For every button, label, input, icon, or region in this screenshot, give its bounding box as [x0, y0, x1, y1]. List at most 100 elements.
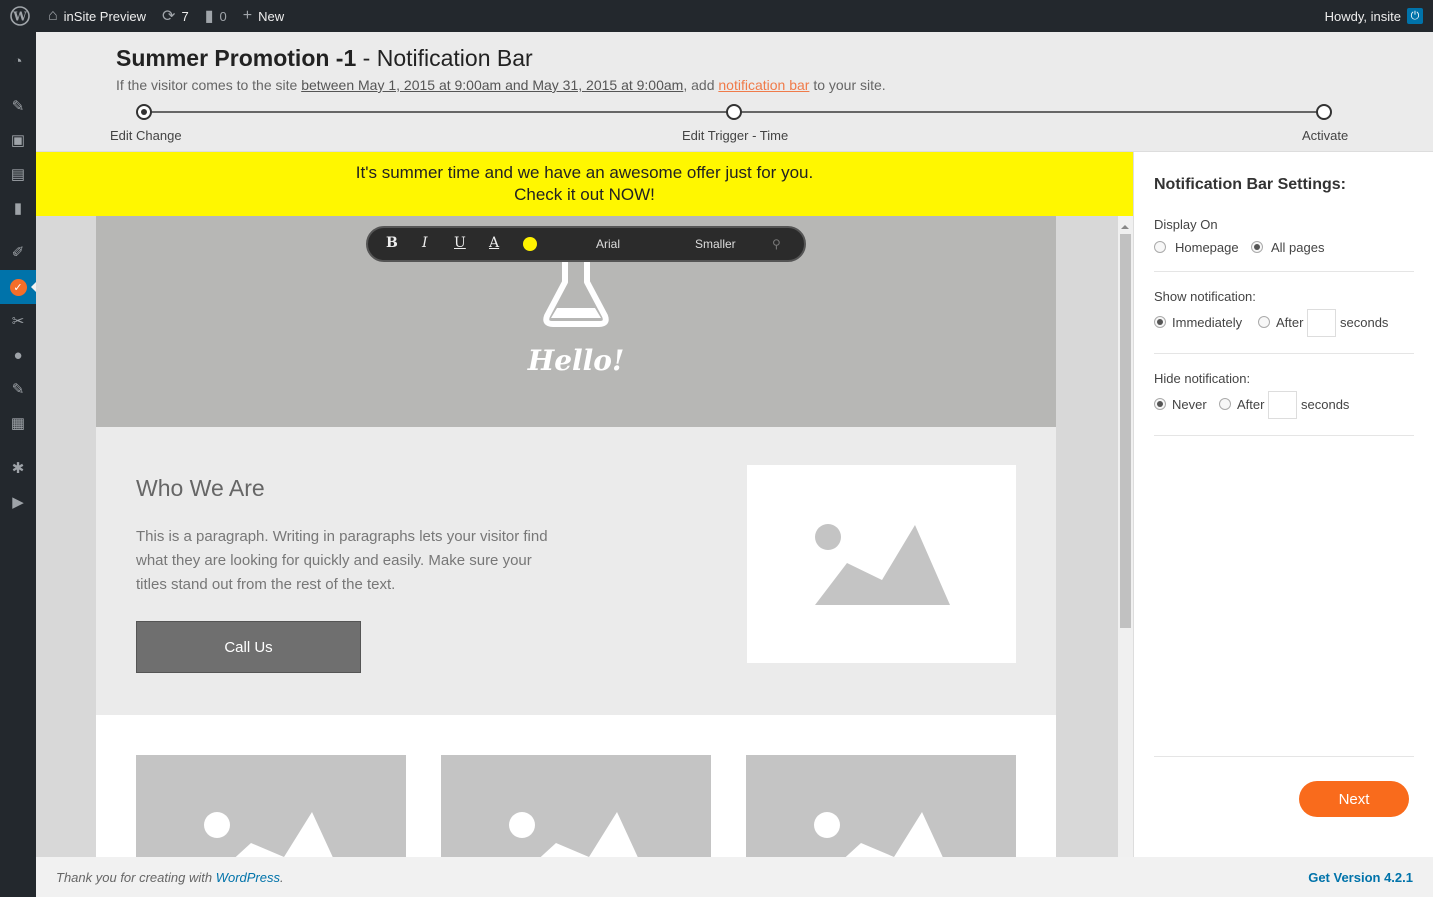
show-after-radio[interactable] [1258, 316, 1270, 328]
show-notification-label: Show notification: [1154, 289, 1256, 304]
font-color-button[interactable]: A [489, 235, 499, 251]
image-placeholder [747, 465, 1016, 663]
site-name: inSite Preview [63, 8, 147, 24]
notification-line-2[interactable]: Check it out NOW! [36, 184, 1133, 206]
who-we-are-section: Who We Are This is a paragraph. Writing … [96, 427, 1056, 715]
plus-icon: + [242, 7, 253, 24]
show-seconds-input[interactable] [1307, 309, 1336, 337]
gallery-image-2 [441, 755, 711, 857]
section-heading: Who We Are [136, 475, 265, 501]
notification-line-1[interactable]: It's summer time and we have an awesome … [36, 162, 1133, 184]
step-label-activate[interactable]: Activate [1302, 128, 1348, 143]
display-on-label: Display On [1154, 217, 1218, 232]
media-icon[interactable]: ▣ [0, 123, 36, 157]
step-label-edit-trigger[interactable]: Edit Trigger - Time [682, 128, 788, 143]
text-format-toolbar: B I U A Arial Smaller ⚲ [366, 226, 806, 262]
admin-footer: Thank you for creating with WordPress. G… [36, 857, 1433, 897]
divider [1154, 271, 1414, 272]
bold-button[interactable]: B [386, 235, 398, 251]
date-range-link[interactable]: between May 1, 2015 at 9:00am and May 31… [301, 77, 683, 93]
my-account[interactable]: Howdy, insite ⏻ [1325, 8, 1433, 24]
updates-link[interactable]: ⟳ 7 [154, 0, 197, 32]
font-family-select[interactable]: Arial [596, 237, 620, 251]
hero-greeting: Hello! [527, 344, 625, 377]
notification-bar-link[interactable]: notification bar [718, 77, 809, 93]
admin-bar: W ⌂ inSite Preview ⟳ 7 ▮ 0 + New Howdy, … [0, 0, 1433, 32]
step-label-edit-change[interactable]: Edit Change [110, 128, 182, 143]
display-all-pages-radio[interactable] [1251, 241, 1263, 253]
divider [1154, 435, 1414, 436]
new-label: New [258, 8, 285, 24]
divider [1154, 756, 1414, 757]
preview-page: Hello! B I U A Arial Smaller ⚲ Who We Ar… [96, 216, 1056, 857]
display-homepage-radio[interactable] [1154, 241, 1166, 253]
dashboard-icon[interactable]: ◔ [0, 44, 36, 78]
italic-button[interactable]: I [422, 235, 428, 251]
display-all-pages-label[interactable]: All pages [1271, 240, 1324, 255]
pages-icon[interactable]: ▤ [0, 157, 36, 191]
scroll-up-icon[interactable] [1121, 221, 1129, 229]
hide-never-label[interactable]: Never [1172, 397, 1207, 412]
howdy-text: Howdy, insite [1324, 8, 1401, 24]
preview-scrollbar[interactable] [1118, 216, 1133, 857]
hide-after-label[interactable]: After [1237, 397, 1264, 412]
trigger-summary: If the visitor comes to the site between… [116, 77, 886, 93]
step-edit-trigger-dot[interactable] [726, 104, 742, 120]
site-name-link[interactable]: ⌂ inSite Preview [40, 0, 154, 32]
notification-bar[interactable]: It's summer time and we have an awesome … [36, 152, 1133, 216]
settings-panel: Notification Bar Settings: Display On Ho… [1133, 152, 1433, 857]
flask-icon [543, 256, 609, 327]
link-icon[interactable]: ⚲ [772, 237, 781, 251]
font-size-select[interactable]: Smaller [695, 237, 736, 251]
wordpress-link[interactable]: WordPress [216, 870, 280, 885]
new-content-link[interactable]: + New [235, 0, 292, 32]
appearance-icon[interactable]: ✐ [0, 235, 36, 269]
gallery-image-1 [136, 755, 406, 857]
hide-seconds-unit: seconds [1301, 397, 1350, 412]
comments-link[interactable]: ▮ 0 [197, 0, 235, 32]
hide-after-radio[interactable] [1219, 398, 1231, 410]
comments-icon[interactable]: ▮ [0, 191, 36, 225]
step-edit-change-dot[interactable] [136, 104, 152, 120]
highlight-color-swatch[interactable] [523, 237, 537, 251]
next-button[interactable]: Next [1299, 781, 1409, 817]
display-homepage-label[interactable]: Homepage [1175, 240, 1239, 255]
promotion-header: Summer Promotion -1 - Notification Bar I… [36, 32, 1433, 152]
divider [1154, 353, 1414, 354]
hide-seconds-input[interactable] [1268, 391, 1297, 419]
section-paragraph: This is a paragraph. Writing in paragrap… [136, 528, 548, 593]
pin-icon[interactable]: ✎ [0, 89, 36, 123]
underline-button[interactable]: U [454, 235, 466, 251]
gallery-section [96, 715, 1056, 857]
show-immediately-label[interactable]: Immediately [1172, 315, 1242, 330]
svg-text:W: W [12, 10, 27, 24]
settings-title: Notification Bar Settings: [1154, 176, 1347, 193]
hide-notification-label: Hide notification: [1154, 371, 1251, 386]
call-us-button[interactable]: Call Us [136, 621, 361, 673]
hero-section: Hello! B I U A Arial Smaller ⚲ [96, 216, 1056, 427]
gallery-image-3 [746, 755, 1016, 857]
insite-icon[interactable]: ✓ [0, 270, 36, 304]
site-preview: It's summer time and we have an awesome … [36, 152, 1133, 857]
show-after-label[interactable]: After [1276, 315, 1303, 330]
gear-icon[interactable]: ✱ [0, 451, 36, 485]
play-icon[interactable]: ▶ [0, 485, 36, 519]
show-immediately-radio[interactable] [1154, 316, 1166, 328]
power-icon[interactable]: ⏻ [1407, 8, 1423, 24]
home-icon: ⌂ [48, 7, 58, 24]
footer-thanks: Thank you for creating with WordPress. [56, 869, 284, 885]
page-title: Summer Promotion -1 - Notification Bar [116, 45, 533, 71]
plugins-icon[interactable]: ✂ [0, 304, 36, 338]
settings-import-icon[interactable]: ▦ [0, 406, 36, 440]
users-icon[interactable]: ● [0, 338, 36, 372]
step-activate-dot[interactable] [1316, 104, 1332, 120]
wordpress-logo-icon[interactable]: W [0, 0, 40, 32]
tools-icon[interactable]: ✎ [0, 372, 36, 406]
updates-count: 7 [181, 8, 189, 24]
hide-never-radio[interactable] [1154, 398, 1166, 410]
get-version-link[interactable]: Get Version 4.2.1 [1308, 870, 1413, 885]
check-icon: ✓ [9, 278, 27, 296]
comment-icon: ▮ [204, 8, 214, 25]
scrollbar-thumb[interactable] [1120, 234, 1131, 628]
refresh-icon: ⟳ [162, 8, 176, 25]
